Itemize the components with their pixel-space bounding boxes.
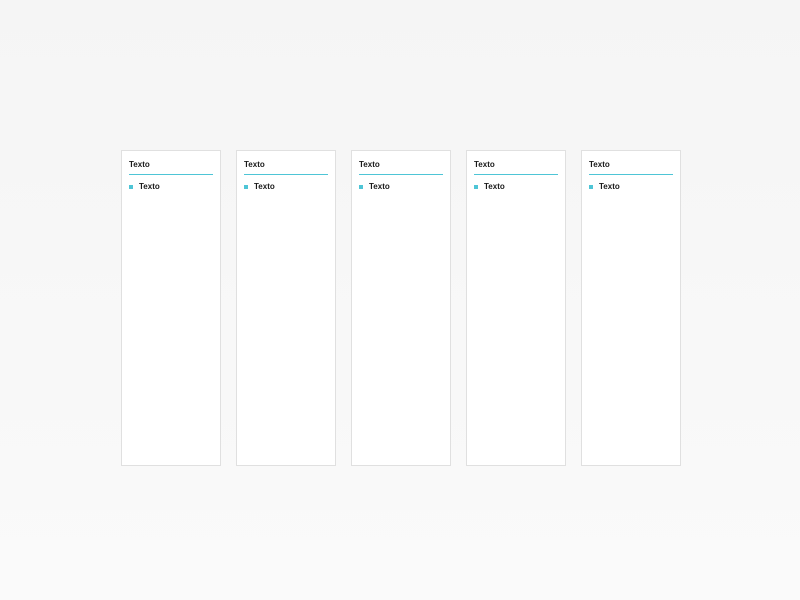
column-title: Texto bbox=[244, 160, 328, 175]
kanban-board: Texto Texto Texto Texto Texto Texto Text… bbox=[0, 0, 800, 466]
item-label: Texto bbox=[369, 182, 390, 191]
bullet-icon bbox=[474, 185, 478, 189]
list-item[interactable]: Texto bbox=[359, 182, 443, 191]
bullet-icon bbox=[129, 185, 133, 189]
column[interactable]: Texto Texto bbox=[581, 150, 681, 466]
list-item[interactable]: Texto bbox=[244, 182, 328, 191]
bullet-icon bbox=[359, 185, 363, 189]
column[interactable]: Texto Texto bbox=[236, 150, 336, 466]
item-label: Texto bbox=[139, 182, 160, 191]
bullet-icon bbox=[589, 185, 593, 189]
column-title: Texto bbox=[359, 160, 443, 175]
column[interactable]: Texto Texto bbox=[121, 150, 221, 466]
list-item[interactable]: Texto bbox=[129, 182, 213, 191]
item-label: Texto bbox=[484, 182, 505, 191]
column-title: Texto bbox=[129, 160, 213, 175]
column[interactable]: Texto Texto bbox=[466, 150, 566, 466]
column[interactable]: Texto Texto bbox=[351, 150, 451, 466]
bullet-icon bbox=[244, 185, 248, 189]
list-item[interactable]: Texto bbox=[589, 182, 673, 191]
item-label: Texto bbox=[254, 182, 275, 191]
column-title: Texto bbox=[589, 160, 673, 175]
column-title: Texto bbox=[474, 160, 558, 175]
item-label: Texto bbox=[599, 182, 620, 191]
list-item[interactable]: Texto bbox=[474, 182, 558, 191]
